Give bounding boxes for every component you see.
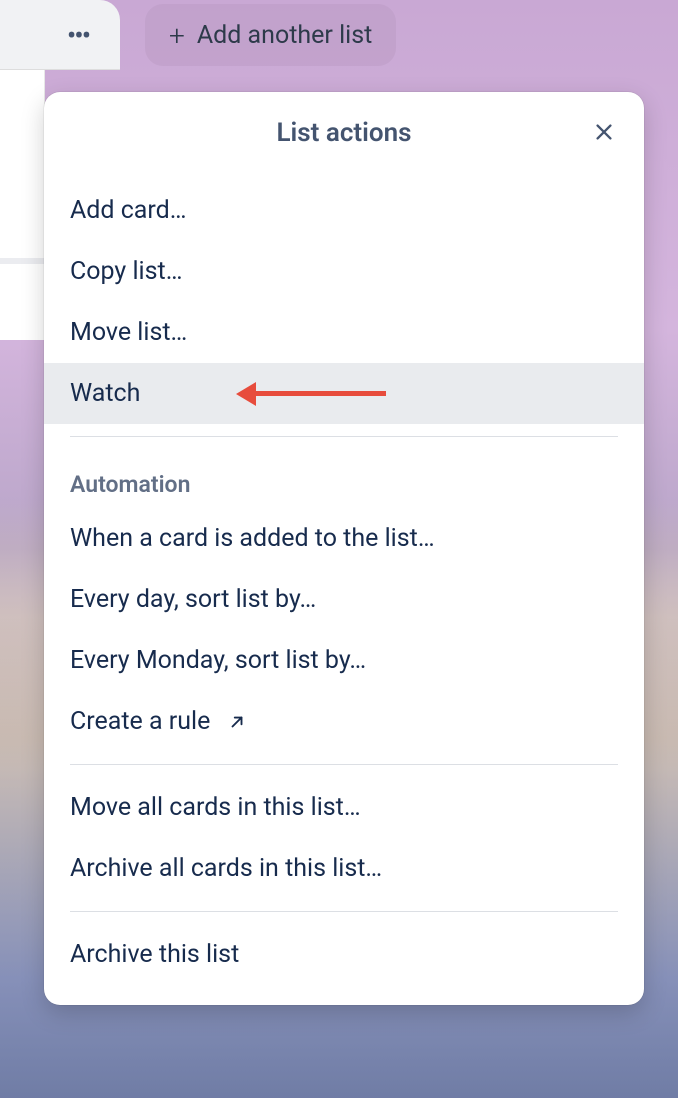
external-link-icon [228,713,246,731]
add-list-label: Add another list [197,21,373,50]
close-button[interactable] [586,114,622,150]
menu-item-move-list[interactable]: Move list… [44,302,644,363]
menu-item-copy-list[interactable]: Copy list… [44,241,644,302]
close-icon [593,121,615,143]
menu-item-label: Every day, sort list by… [70,585,316,614]
menu-item-watch[interactable]: Watch [44,363,644,424]
menu-item-label: Add card… [70,196,186,225]
divider [70,436,618,437]
menu-item-label: When a card is added to the list… [70,524,435,553]
automation-section-header: Automation [44,449,644,508]
menu-item-label: Move all cards in this list… [70,793,361,822]
menu-item-label: Create a rule [70,707,210,736]
menu-item-label: Watch [70,379,140,408]
plus-icon: + [169,19,185,52]
list-actions-popover: List actions Add card… Copy list… Move l… [44,92,644,1005]
menu-item-label: Archive this list [70,940,239,969]
menu-item-archive-all-cards[interactable]: Archive all cards in this list… [44,838,644,899]
menu-item-label: Copy list… [70,257,182,286]
menu-item-when-card-added[interactable]: When a card is added to the list… [44,508,644,569]
divider [70,764,618,765]
menu-item-add-card[interactable]: Add card… [44,180,644,241]
arrow-head-icon [236,382,256,406]
popover-header: List actions [44,92,644,180]
arrow-line [256,391,386,396]
menu-item-label: Move list… [70,318,187,347]
popover-title: List actions [277,118,412,148]
list-menu-button[interactable]: ••• [52,22,104,50]
list-separator-stub [0,258,45,264]
add-another-list-button[interactable]: + Add another list [145,4,396,66]
annotation-arrow [236,382,386,406]
menu-item-move-all-cards[interactable]: Move all cards in this list… [44,777,644,838]
menu-item-label: Archive all cards in this list… [70,854,382,883]
list-body-stub [0,70,45,340]
divider [70,911,618,912]
menu-item-label: Every Monday, sort list by… [70,646,366,675]
more-icon: ••• [67,22,89,50]
menu-item-archive-list[interactable]: Archive this list [44,924,644,985]
menu-item-every-day-sort[interactable]: Every day, sort list by… [44,569,644,630]
menu-item-every-monday-sort[interactable]: Every Monday, sort list by… [44,630,644,691]
menu-item-create-rule[interactable]: Create a rule [44,691,644,752]
